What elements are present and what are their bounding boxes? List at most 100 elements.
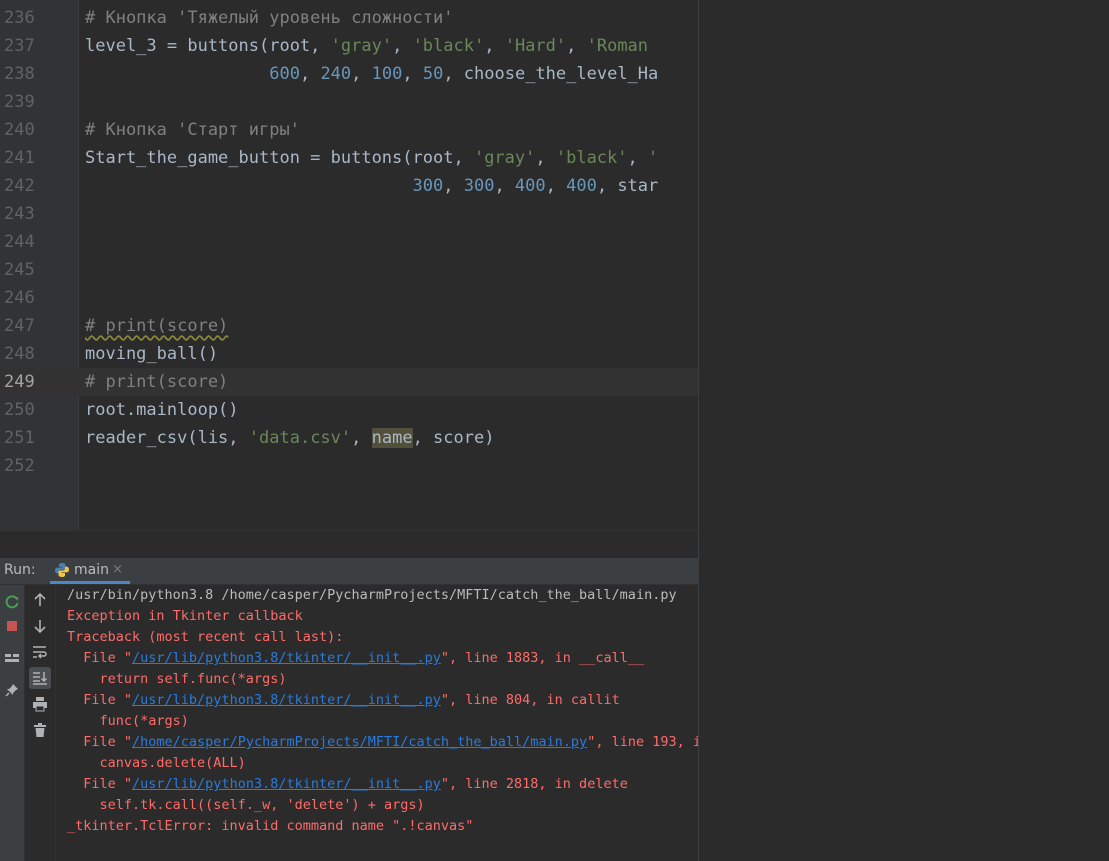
code-line[interactable]: 242 300, 300, 400, 400, star — [0, 172, 698, 200]
code-token: 'black' — [412, 36, 485, 56]
code-token: 300 — [463, 176, 495, 196]
code-token: 50 — [422, 64, 444, 84]
code-token: , — [545, 176, 567, 196]
code-text: # Кнопка 'Тяжелый уровень сложности' — [85, 4, 453, 32]
line-number: 252 — [4, 456, 35, 476]
code-text: # print(score) — [85, 312, 228, 340]
arrow-up-icon[interactable] — [29, 589, 51, 611]
code-line[interactable]: 238 600, 240, 100, 50, choose_the_level_… — [0, 60, 698, 88]
panel-divider[interactable] — [0, 530, 698, 559]
code-token: 'black' — [555, 148, 628, 168]
console-error-line: File "/usr/lib/python3.8/tkinter/__init_… — [67, 648, 644, 669]
console-text: ", line 804, in callit — [440, 692, 620, 708]
code-token: 400 — [566, 176, 597, 196]
rerun-icon[interactable] — [1, 591, 23, 613]
code-token: 'Hard' — [504, 36, 567, 56]
code-token: 300 — [412, 176, 444, 196]
code-line[interactable]: 244 — [0, 228, 698, 256]
code-token: 400 — [514, 176, 546, 196]
code-token: , — [351, 64, 372, 84]
file-path-link[interactable]: /usr/lib/python3.8/tkinter/__init__.py — [132, 650, 441, 666]
code-token: 240 — [320, 64, 352, 84]
stop-icon[interactable] — [1, 615, 23, 637]
run-tool-window-header: Run: main × — [0, 558, 698, 585]
scroll-to-end-icon[interactable] — [29, 667, 51, 689]
line-number: 248 — [4, 344, 35, 364]
code-token: # print(score) — [85, 316, 229, 336]
line-number: 239 — [4, 92, 35, 112]
code-token: , — [310, 36, 331, 56]
code-line[interactable]: 251 reader_csv(lis, 'data.csv', name, sco… — [0, 424, 698, 452]
code-token: 600 — [269, 64, 300, 84]
code-token: # print(score) — [85, 372, 229, 392]
line-number: 237 — [4, 36, 35, 56]
console-text: ", line 193, in — [587, 734, 698, 750]
tab-main-label: main — [74, 562, 109, 578]
console-text: /usr/bin/python3.8 /home/casper/PycharmP… — [67, 587, 677, 603]
code-token: , — [351, 428, 372, 448]
code-text: 600, 240, 100, 50, choose_the_level_Ha — [85, 60, 658, 88]
console-text: return self.func(*args) — [67, 671, 287, 687]
tab-main[interactable]: main × — [50, 558, 130, 584]
line-number: 240 — [4, 120, 35, 140]
code-line[interactable]: 243 — [0, 200, 698, 228]
code-token: , — [484, 36, 505, 56]
pin-icon[interactable] — [1, 679, 23, 701]
close-icon[interactable]: × — [112, 562, 123, 577]
code-token: 'gray' — [330, 36, 393, 56]
print-icon[interactable] — [29, 693, 51, 715]
console-text: self.tk.call((self._w, 'delete') + args) — [67, 797, 425, 813]
python-icon — [55, 563, 69, 577]
console-error-line: File "/usr/lib/python3.8/tkinter/__init_… — [67, 774, 628, 795]
code-token: # Кнопка 'Тяжелый уровень сложности' — [85, 8, 454, 28]
run-toolbar-primary — [0, 585, 25, 861]
console-line: /usr/bin/python3.8 /home/casper/PycharmP… — [67, 585, 677, 606]
console-text: File " — [67, 650, 133, 666]
code-token: moving_ball() — [85, 344, 219, 364]
console-text: _tkinter.TclError: invalid command name … — [67, 818, 474, 834]
code-token: , — [299, 64, 321, 84]
code-line[interactable]: 240 # Кнопка 'Старт игры' — [0, 116, 698, 144]
layout-icon[interactable] — [1, 647, 23, 669]
code-line[interactable]: 250 root.mainloop() — [0, 396, 698, 424]
code-token: 'data.csv' — [248, 428, 352, 448]
code-line[interactable]: 239 — [0, 88, 698, 116]
code-editor[interactable]: 236 # Кнопка 'Тяжелый уровень сложности' 2… — [0, 0, 698, 530]
code-line[interactable]: 248 moving_ball() — [0, 340, 698, 368]
code-token: , — [228, 428, 249, 448]
code-text: reader_csv(lis, 'data.csv', name, score) — [85, 424, 494, 452]
console-error-line: self.tk.call((self._w, 'delete') + args) — [67, 795, 425, 816]
trash-icon[interactable] — [29, 719, 51, 741]
arrow-down-icon[interactable] — [29, 615, 51, 637]
code-line[interactable]: 245 — [0, 256, 698, 284]
soft-wrap-icon[interactable] — [29, 641, 51, 663]
code-line[interactable]: 236 # Кнопка 'Тяжелый уровень сложности' — [0, 4, 698, 32]
current-code-line[interactable]: 249 # print(score) — [0, 368, 698, 396]
console-error-line: return self.func(*args) — [67, 669, 287, 690]
code-line[interactable]: 246 — [0, 284, 698, 312]
file-path-link[interactable]: /home/casper/PycharmProjects/MFTI/catch_… — [132, 734, 587, 750]
line-number: 250 — [4, 400, 35, 420]
console-error-line: File "/usr/lib/python3.8/tkinter/__init_… — [67, 690, 620, 711]
empty-editor-area — [698, 0, 1109, 861]
code-token: , — [627, 148, 648, 168]
code-text: # Кнопка 'Старт игры' — [85, 116, 300, 144]
console-output[interactable]: /usr/bin/python3.8 /home/casper/PycharmP… — [67, 585, 698, 861]
line-number: 236 — [4, 8, 35, 28]
console-error-line: File "/home/casper/PycharmProjects/MFTI/… — [67, 732, 698, 753]
code-line[interactable]: 237 level_3 = buttons(root, 'gray', 'blac… — [0, 32, 698, 60]
line-number: 247 — [4, 316, 35, 336]
code-token: reader_csv(lis — [85, 428, 229, 448]
run-label: Run: — [4, 562, 36, 578]
code-line[interactable]: 247 # print(score) — [0, 312, 698, 340]
code-token: , — [453, 148, 474, 168]
console-error-line: canvas.delete(ALL) — [67, 753, 246, 774]
code-token: , — [535, 148, 556, 168]
console-text: Exception in Tkinter callback — [67, 608, 303, 624]
file-path-link[interactable]: /usr/lib/python3.8/tkinter/__init__.py — [132, 776, 441, 792]
code-token: 'gray' — [473, 148, 536, 168]
file-path-link[interactable]: /usr/lib/python3.8/tkinter/__init__.py — [132, 692, 441, 708]
code-text: 300, 300, 400, 400, star — [85, 172, 659, 200]
code-line[interactable]: 252 — [0, 452, 698, 480]
code-line[interactable]: 241 Start_the_game_button = buttons(root,… — [0, 144, 698, 172]
